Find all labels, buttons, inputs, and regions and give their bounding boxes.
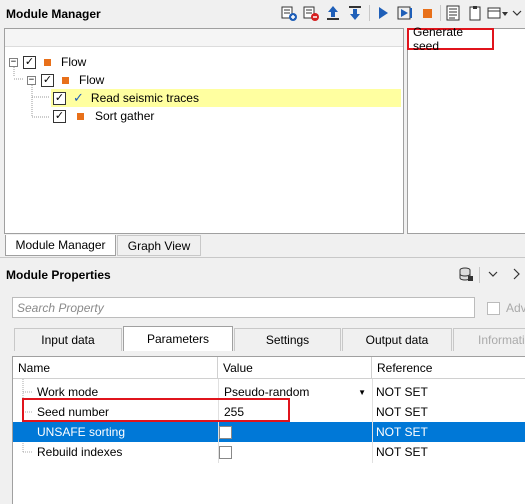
chevron-right-icon[interactable]: [507, 265, 525, 283]
collapse-icon[interactable]: −: [9, 57, 18, 67]
property-grid: Name Value Reference Work mode Pseudo-ra…: [12, 356, 525, 504]
tab-parameters[interactable]: Parameters: [123, 326, 233, 351]
column-header-name[interactable]: Name: [13, 357, 218, 379]
checkbox-box[interactable]: [219, 445, 232, 459]
remove-module-icon[interactable]: [302, 4, 320, 22]
property-reference: NOT SET: [376, 385, 428, 399]
tree-item-label: Flow: [79, 73, 105, 87]
advanced-checkbox[interactable]: Adv: [487, 301, 525, 315]
dropdown-arrow-icon[interactable]: ▼: [358, 388, 366, 397]
tree-item-label: Read seismic traces: [90, 91, 199, 105]
log-icon[interactable]: [444, 4, 462, 22]
module-icon: [77, 112, 84, 120]
generate-seed-item[interactable]: Generate seed: [407, 25, 494, 53]
column-header-reference[interactable]: Reference: [372, 357, 525, 379]
checkbox-flow-root[interactable]: ✓: [23, 55, 36, 69]
advanced-checkbox-box[interactable]: [487, 301, 500, 315]
run-icon[interactable]: [374, 4, 392, 22]
tree-item-label: Sort gather: [95, 109, 155, 123]
property-row-rebuild-indexes[interactable]: Rebuild indexes NOT SET: [13, 442, 525, 462]
module-list-panel: [407, 28, 525, 234]
property-row-unsafe-sorting[interactable]: UNSAFE sorting NOT SET: [13, 422, 525, 442]
tree-item-sort-gather[interactable]: ✓ Sort gather: [51, 107, 154, 125]
chevron-down-icon[interactable]: [484, 265, 502, 283]
database-icon[interactable]: [457, 265, 475, 283]
property-reference: NOT SET: [376, 425, 428, 439]
module-properties-title: Module Properties: [6, 268, 111, 282]
property-name: UNSAFE sorting: [37, 425, 126, 439]
property-name: Rebuild indexes: [37, 445, 123, 459]
view-options-icon[interactable]: [487, 4, 509, 22]
checkbox-read-seismic-traces[interactable]: ✓: [53, 91, 66, 105]
tab-information[interactable]: Informatio: [453, 328, 525, 351]
property-reference: NOT SET: [376, 445, 428, 459]
unsafe-sorting-checkbox[interactable]: [219, 422, 232, 442]
move-down-icon[interactable]: [346, 4, 364, 22]
tree-item-flow-child[interactable]: − ✓ Flow: [27, 71, 104, 89]
checkbox-flow-child[interactable]: ✓: [41, 73, 54, 87]
tree-item-flow-root[interactable]: − ✓ Flow: [9, 53, 86, 71]
column-header-value[interactable]: Value: [218, 357, 372, 379]
flow-icon: [62, 76, 69, 84]
checkbox-box[interactable]: [219, 425, 232, 439]
collapse-icon[interactable]: −: [27, 75, 36, 85]
advanced-label: Adv: [506, 301, 525, 315]
move-up-icon[interactable]: [324, 4, 342, 22]
tree-item-read-seismic-traces[interactable]: ✓ ✓ Read seismic traces: [51, 89, 401, 107]
tab-input-data[interactable]: Input data: [14, 328, 122, 351]
add-module-icon[interactable]: [280, 4, 298, 22]
tab-settings[interactable]: Settings: [234, 328, 341, 351]
clipboard-icon[interactable]: [466, 4, 484, 22]
chevron-down-icon[interactable]: [511, 4, 523, 22]
module-check-icon: ✓: [73, 90, 84, 105]
dropdown-value: Pseudo-random: [224, 385, 310, 399]
module-tree: − ✓ Flow − ✓ Flow ✓ ✓ Read seismic trace…: [4, 28, 404, 234]
stop-icon[interactable]: [418, 4, 436, 22]
step-run-icon[interactable]: [396, 4, 414, 22]
flow-icon: [44, 58, 51, 66]
search-property-input[interactable]: Search Property: [12, 297, 475, 318]
tree-item-label: Flow: [61, 55, 87, 69]
tab-graph-view[interactable]: Graph View: [117, 235, 201, 256]
module-manager-title: Module Manager: [6, 7, 101, 21]
tab-output-data[interactable]: Output data: [342, 328, 452, 351]
rebuild-indexes-checkbox[interactable]: [219, 442, 232, 462]
annotation-highlight: [22, 398, 290, 422]
checkbox-sort-gather[interactable]: ✓: [53, 109, 66, 123]
property-reference: NOT SET: [376, 405, 428, 419]
tab-module-manager[interactable]: Module Manager: [5, 235, 116, 256]
